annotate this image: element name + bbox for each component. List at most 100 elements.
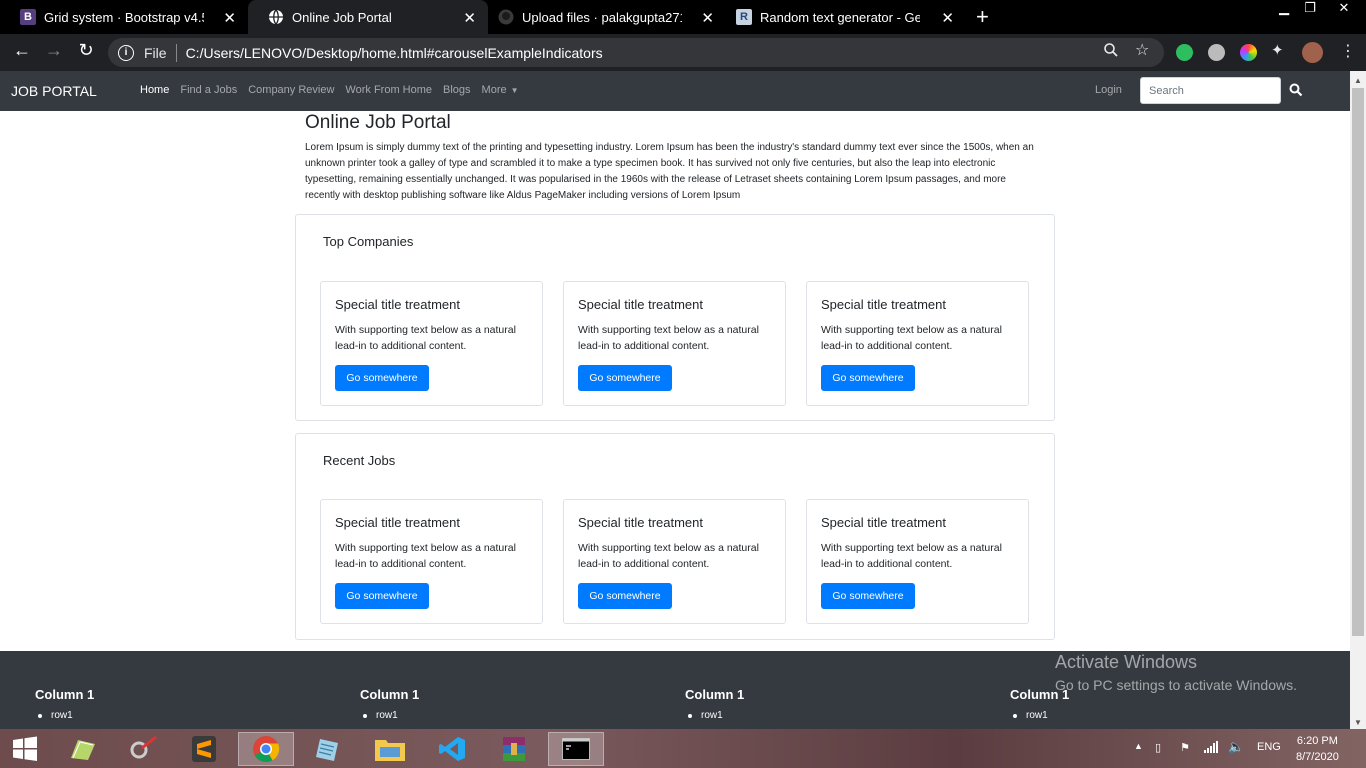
nav-more-label: More — [481, 84, 507, 96]
card-title: Special title treatment — [821, 515, 947, 530]
vertical-scrollbar[interactable]: ▲ ▼ — [1350, 71, 1366, 731]
footer-column: Column 1 row1 — [35, 687, 94, 721]
url-text[interactable]: C:/Users/LENOVO/Desktop/home.html#carous… — [186, 45, 603, 61]
scroll-down-icon[interactable]: ▼ — [1354, 718, 1362, 727]
menu-icon[interactable]: ⋮ — [1340, 41, 1356, 61]
card-text: With supporting text below as a natural … — [335, 324, 516, 352]
company-card: Special title treatment With supporting … — [563, 281, 786, 406]
company-card: Special title treatment With supporting … — [320, 281, 543, 406]
system-clock[interactable]: 6:20 PM 8/7/2020 — [1296, 733, 1339, 765]
job-card: Special title treatment With supporting … — [320, 499, 543, 624]
go-somewhere-button[interactable]: Go somewhere — [335, 365, 429, 391]
show-hidden-icons[interactable]: ▲ — [1134, 741, 1143, 751]
action-center-icon[interactable]: ▯ — [1155, 741, 1161, 754]
clock-time: 6:20 PM — [1296, 735, 1338, 747]
volume-icon[interactable]: 🔈 — [1228, 739, 1244, 755]
card-title: Special title treatment — [821, 297, 947, 312]
clock-date: 8/7/2020 — [1296, 751, 1339, 763]
nav-work-from-home[interactable]: Work From Home — [345, 84, 432, 96]
nav-links: Home Find a Jobs Company Review Work Fro… — [140, 84, 541, 96]
tab-bootstrap[interactable]: B Grid system · Bootstrap v4.5 ✕ — [0, 0, 248, 34]
nav-find-jobs[interactable]: Find a Jobs — [180, 84, 237, 96]
new-tab-button[interactable]: + — [976, 4, 989, 30]
company-card: Special title treatment With supporting … — [806, 281, 1029, 406]
restore-icon[interactable]: ❐ — [1296, 0, 1324, 18]
browser-tab-strip: B Grid system · Bootstrap v4.5 ✕ Online … — [0, 0, 1366, 34]
footer-item[interactable]: row1 — [360, 710, 419, 721]
bookmark-star-icon[interactable]: ☆ — [1135, 40, 1149, 60]
nav-blogs[interactable]: Blogs — [443, 84, 471, 96]
chrome-taskbar-icon[interactable] — [238, 732, 294, 766]
top-companies-section: Top Companies Special title treatment Wi… — [295, 214, 1055, 421]
scroll-up-icon[interactable]: ▲ — [1354, 76, 1362, 85]
footer-column: Column 1 row1 — [360, 687, 419, 721]
tab-online-job-portal[interactable]: Online Job Portal ✕ — [248, 0, 488, 34]
address-bar[interactable]: i File C:/Users/LENOVO/Desktop/home.html… — [108, 38, 1164, 67]
go-somewhere-button[interactable]: Go somewhere — [578, 365, 672, 391]
tab-title: Online Job Portal — [292, 9, 392, 25]
puzzle-icon[interactable]: ✦ — [1271, 41, 1284, 59]
sublime-text-icon[interactable] — [176, 732, 232, 766]
globe-icon — [268, 9, 284, 25]
search-icon[interactable] — [1289, 83, 1303, 97]
zoom-icon[interactable] — [1103, 42, 1119, 63]
evernote-icon[interactable] — [1176, 44, 1193, 61]
card-text: With supporting text below as a natural … — [821, 542, 1002, 570]
card-title: Special title treatment — [578, 297, 704, 312]
nav-more-dropdown[interactable]: More ▼ — [482, 84, 530, 96]
tab-title: Grid system · Bootstrap v4.5 — [44, 9, 204, 25]
card-text: With supporting text below as a natural … — [335, 542, 516, 570]
tab-upload-files[interactable]: Upload files · palakgupta2712/Ol ✕ — [478, 0, 726, 34]
close-icon[interactable]: ✕ — [701, 9, 714, 27]
scroll-thumb[interactable] — [1352, 88, 1364, 636]
flag-icon[interactable]: ⚑ — [1180, 741, 1190, 754]
footer-heading: Column 1 — [35, 687, 95, 702]
footer-item[interactable]: row1 — [685, 710, 744, 721]
file-manager-pinned-icon[interactable] — [55, 732, 111, 766]
search-input[interactable]: Search — [1140, 77, 1281, 104]
nav-company-review[interactable]: Company Review — [248, 84, 334, 96]
notepad-icon[interactable] — [300, 732, 356, 766]
folder-icon[interactable] — [362, 732, 418, 766]
tab-title: Random text generator - Get ran — [760, 9, 920, 25]
go-somewhere-button[interactable]: Go somewhere — [578, 583, 672, 609]
bootstrap-icon: B — [20, 9, 36, 25]
recent-jobs-section: Recent Jobs Special title treatment With… — [295, 433, 1055, 640]
avatar[interactable] — [1302, 42, 1323, 63]
info-icon[interactable]: i — [118, 44, 134, 61]
extension-icon[interactable] — [1208, 44, 1225, 61]
go-somewhere-button[interactable]: Go somewhere — [335, 583, 429, 609]
tab-random-text[interactable]: R Random text generator - Get ran ✕ — [716, 0, 966, 34]
start-button[interactable] — [0, 732, 50, 766]
minimize-icon[interactable]: ▁ — [1270, 0, 1298, 18]
footer-item[interactable]: row1 — [35, 710, 94, 721]
login-link[interactable]: Login — [1095, 84, 1122, 96]
command-prompt-icon[interactable] — [548, 732, 604, 766]
nav-home[interactable]: Home — [140, 84, 169, 96]
reload-icon[interactable]: ↻ — [74, 40, 98, 64]
network-icon[interactable] — [1204, 741, 1218, 756]
footer-item[interactable]: row1 — [1010, 710, 1069, 721]
close-icon[interactable]: ✕ — [463, 9, 476, 27]
language-indicator[interactable]: ENG — [1257, 741, 1281, 753]
intro-text: Lorem Ipsum is simply dummy text of the … — [305, 142, 1034, 201]
winrar-icon[interactable] — [486, 732, 542, 766]
color-picker-icon[interactable] — [1240, 44, 1257, 61]
forward-icon[interactable]: → — [42, 40, 66, 64]
tab-title: Upload files · palakgupta2712/Ol — [522, 9, 682, 25]
activate-windows-subtitle: Go to PC settings to activate Windows. — [1055, 677, 1297, 693]
github-icon — [498, 9, 514, 25]
back-icon[interactable]: ← — [10, 40, 34, 64]
divider — [175, 43, 177, 62]
brand-logo[interactable]: JOB PORTAL — [11, 83, 97, 99]
close-icon[interactable]: ✕ — [941, 9, 954, 27]
card-title: Special title treatment — [335, 297, 461, 312]
paint-icon[interactable] — [115, 732, 171, 766]
card-text: With supporting text below as a natural … — [578, 324, 759, 352]
go-somewhere-button[interactable]: Go somewhere — [821, 365, 915, 391]
close-icon[interactable]: ✕ — [223, 9, 236, 27]
go-somewhere-button[interactable]: Go somewhere — [821, 583, 915, 609]
page-viewport: JOB PORTAL Home Find a Jobs Company Revi… — [0, 71, 1350, 731]
vscode-icon[interactable] — [424, 732, 480, 766]
close-window-icon[interactable]: ✕ — [1324, 0, 1364, 18]
